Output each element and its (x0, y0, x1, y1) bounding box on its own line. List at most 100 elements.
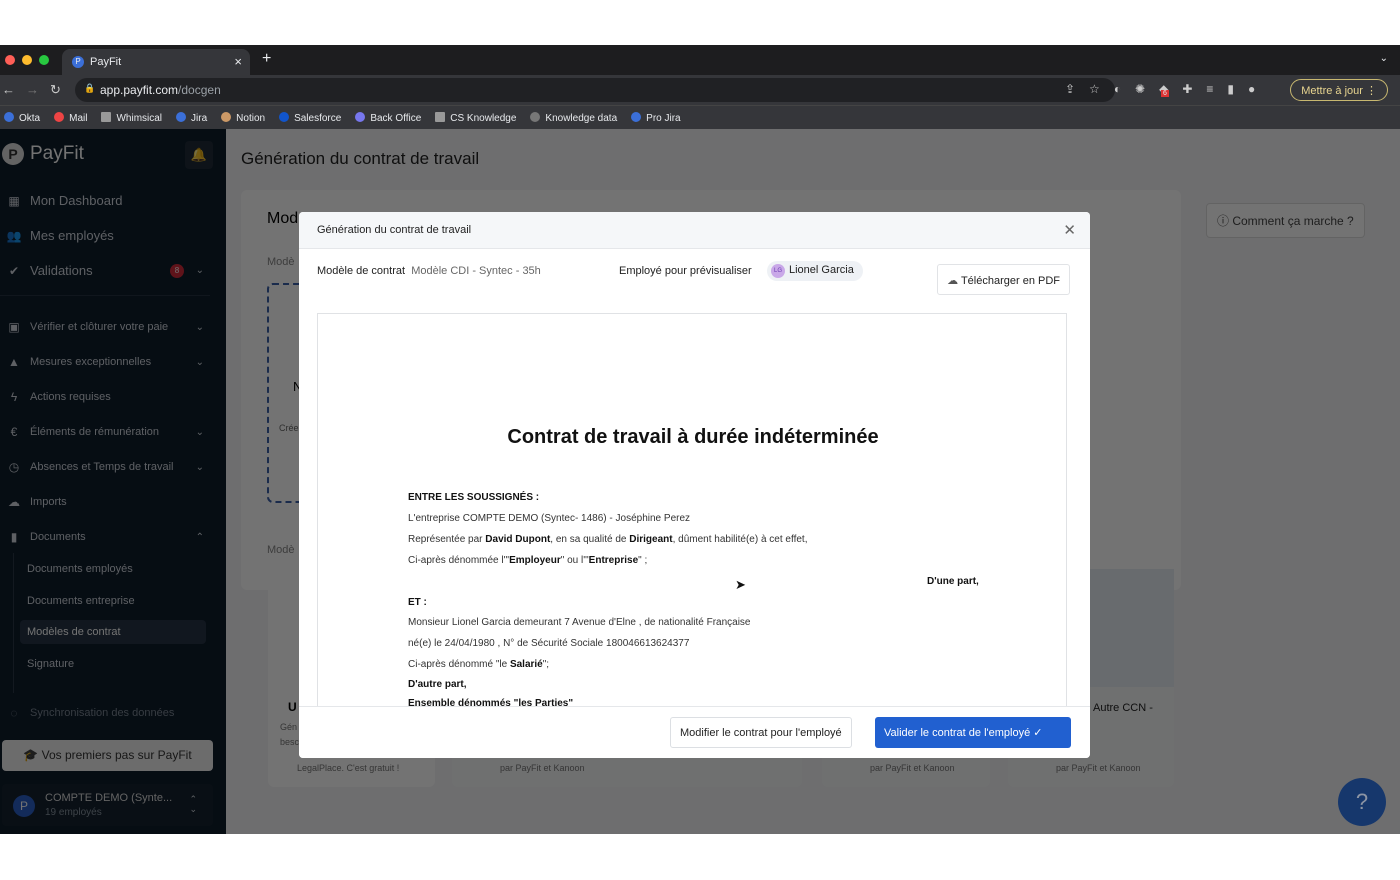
maximize-window-icon[interactable] (39, 55, 49, 65)
folder-icon (435, 111, 446, 122)
doc-line: L'entreprise COMPTE DEMO (Syntec- 1486) … (408, 513, 691, 524)
chevron-updown-icon: ⌃ ⌄ (189, 794, 197, 814)
bookmark-label: Notion (236, 112, 266, 124)
forward-icon[interactable]: → (26, 82, 39, 97)
card-text: LegalPlace. C'est gratuit ! (297, 763, 400, 773)
new-template-text: Crée (279, 423, 299, 433)
sidebar-item-documents[interactable]: ▮ Documents ⌃ (6, 530, 216, 544)
chevron-down-icon: ⌄ (195, 321, 204, 333)
card-text: par PayFit et Kanoon (870, 763, 955, 773)
address-bar-row: ← → ↻ 🔒 app.payfit.com/docgen ⇪☆◐✺◆✚≡▮● 6… (0, 75, 1400, 105)
sidebar-item-label: Mon Dashboard (30, 193, 123, 208)
logo-text: PayFit (30, 143, 84, 164)
notification-bell-icon[interactable]: 🔔 (185, 141, 213, 169)
doc-text: , dûment habilité(e) à cet effet, (672, 534, 808, 545)
bookmark-label: Salesforce (294, 112, 342, 124)
employee-chip[interactable]: LG Lionel Garcia (767, 261, 863, 281)
how-it-works-button[interactable]: ⓘ Comment ça marche ? (1206, 203, 1365, 238)
chevron-down-icon: ⌄ (195, 426, 204, 438)
sidebar-item-employees[interactable]: 👥 Mes employés (6, 228, 216, 243)
bookmark[interactable]: Notion (221, 111, 266, 124)
bolt-icon: ϟ (10, 390, 18, 404)
clock-icon: ◷ (8, 460, 20, 474)
employee-avatar: LG (771, 264, 785, 278)
bookmark[interactable]: Back Office (355, 111, 422, 124)
back-icon[interactable]: ← (2, 82, 15, 97)
bookmark[interactable]: Pro Jira (631, 111, 681, 124)
gmail-icon (54, 111, 65, 122)
sidebar-item-paie[interactable]: ▣ Vérifier et clôturer votre paie ⌄ (6, 320, 216, 334)
download-pdf-button[interactable]: ☁ Télécharger en PDF (937, 264, 1070, 295)
sidebar-item-sync[interactable]: ◌ Synchronisation des données (6, 706, 216, 720)
payfit-favicon-icon: P (72, 56, 84, 68)
sidebar-item-label: Absences et Temps de travail (30, 461, 174, 473)
bookmark[interactable]: Jira (176, 111, 207, 124)
card-text: par PayFit et Kanoon (500, 763, 585, 773)
sidebar-item-absences[interactable]: ◷ Absences et Temps de travail ⌄ (6, 460, 216, 474)
euro-icon: € (10, 425, 18, 439)
validate-contract-button[interactable]: Valider le contrat de l'employé ✓ (875, 717, 1071, 748)
sidebar-item-validations[interactable]: ✔ Validations 8 ⌄ (6, 263, 216, 278)
reload-icon[interactable]: ↻ (50, 82, 61, 98)
validate-label: Valider le contrat de l'employé (884, 727, 1031, 739)
sidebar-item-imports[interactable]: ☁ Imports (6, 495, 216, 509)
url-host: app.payfit.com (100, 83, 179, 97)
employee-label: Employé pour prévisualiser (619, 265, 752, 277)
sidebar: P PayFit 🔔 ▦ Mon Dashboard 👥 Mes employés ✔… (0, 129, 226, 834)
minimize-window-icon[interactable] (22, 55, 32, 65)
sidebar-item-actions[interactable]: ϟ Actions requises (6, 390, 216, 404)
bookmark[interactable]: Whimsical (101, 111, 163, 124)
doc-line: Représentée par David Dupont, en sa qual… (408, 534, 807, 545)
browser-tab[interactable]: P PayFit × (62, 49, 250, 75)
bookmark-icon (4, 111, 14, 122)
card-text: Gén (280, 722, 298, 732)
bookmark-label: Whimsical (116, 112, 163, 124)
bookmark[interactable]: Knowledge data (530, 111, 617, 124)
graduation-cap-icon: 🎓 (23, 748, 42, 762)
sidebar-subitem-modeles-contrat[interactable]: Modèles de contrat (20, 620, 206, 644)
sidebar-item-mesures[interactable]: ▲ Mesures exceptionnelles ⌄ (6, 355, 216, 369)
tab-list-icon[interactable]: ⌄ (1380, 53, 1388, 64)
premiers-pas-button[interactable]: 🎓 Vos premiers pas sur PayFit (2, 740, 213, 771)
doc-text: Ci-après dénommé "le (408, 659, 510, 670)
bookmark[interactable]: Mail (54, 111, 88, 124)
account-switcher[interactable]: P COMPTE DEMO (Synte... 19 employés ⌃ ⌄ (2, 784, 213, 826)
close-icon[interactable]: ✕ (1063, 221, 1076, 239)
close-tab-icon[interactable]: × (234, 54, 242, 69)
chevron-down-icon: ⌄ (195, 356, 204, 368)
close-window-icon[interactable] (5, 55, 15, 65)
bookmark-label: Mail (69, 112, 88, 124)
page-title: Génération du contrat de travail (241, 149, 480, 168)
doc-bold: Salarié (509, 659, 543, 670)
account-employees: 19 employés (45, 807, 102, 818)
bookmark-icon (221, 111, 232, 122)
bookmark[interactable]: CS Knowledge (435, 111, 516, 124)
doc-text: , en sa qualité de (550, 534, 630, 545)
section-subtitle: Modè (267, 256, 295, 268)
bookmark[interactable]: Salesforce (279, 111, 342, 124)
update-button[interactable]: Mettre à jour ⋮ (1290, 79, 1388, 101)
doc-line: ET : (408, 597, 427, 608)
new-tab-icon[interactable]: + (262, 50, 271, 68)
sidebar-item-label: Synchronisation des données (30, 707, 175, 719)
template-preview-image (1088, 569, 1174, 687)
sidebar-subitem-documents-entreprise[interactable]: Documents entreprise (27, 595, 135, 607)
sidebar-item-remuneration[interactable]: € Éléments de rémunération ⌄ (6, 425, 216, 439)
sidebar-subitem-documents-employes[interactable]: Documents employés (27, 563, 133, 575)
bookmark-label: Back Office (370, 112, 422, 124)
contract-preview[interactable]: Contrat de travail à durée indéterminée … (317, 313, 1067, 713)
section-subtitle-2: Modè (267, 544, 295, 556)
doc-line: D'une part, (927, 576, 979, 587)
help-chat-button[interactable]: ? (1338, 778, 1386, 826)
sidebar-subitem-signature[interactable]: Signature (27, 658, 74, 670)
bookmark[interactable]: Okta (4, 111, 40, 124)
sidebar-item-label: Imports (30, 496, 67, 508)
sidebar-item-dashboard[interactable]: ▦ Mon Dashboard (6, 193, 216, 208)
globe-icon (530, 111, 541, 122)
modify-contract-button[interactable]: Modifier le contrat pour l'employé (670, 717, 852, 748)
update-label: Mettre à jour (1301, 85, 1363, 97)
url-input[interactable]: 🔒 app.payfit.com/docgen (75, 78, 1115, 102)
contract-generation-modal: Génération du contrat de travail ✕ Modèle… (299, 212, 1090, 758)
rocket-icon (355, 111, 366, 122)
submenu-line (13, 553, 14, 693)
